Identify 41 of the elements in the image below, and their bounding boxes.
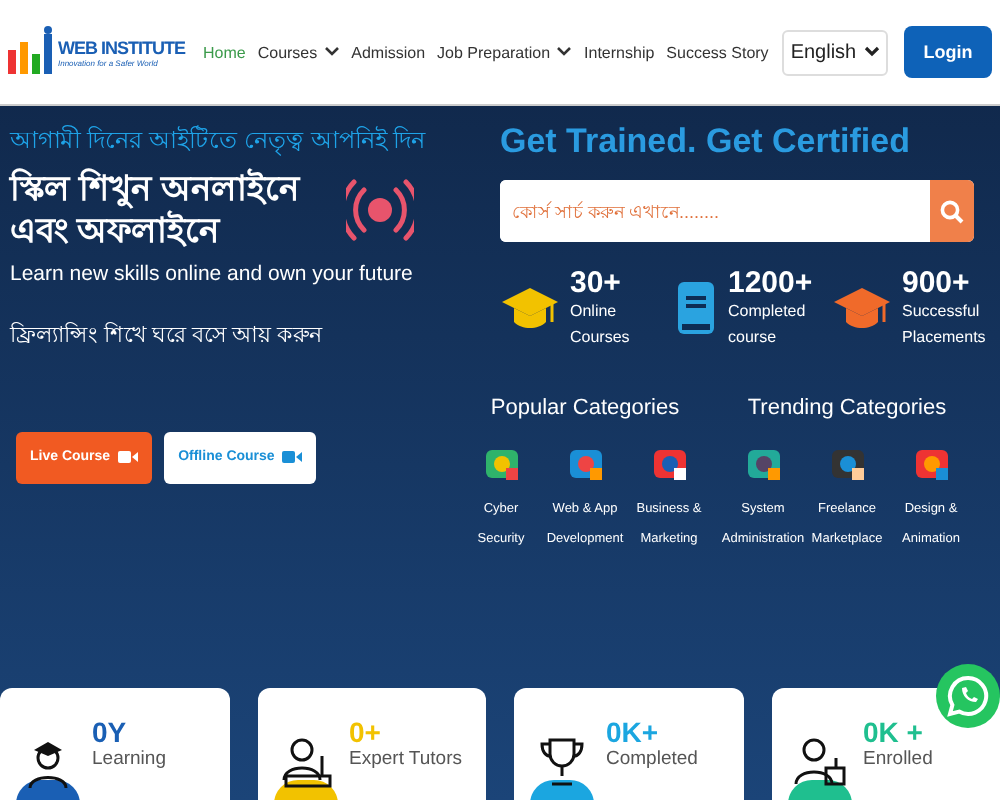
card-value: 0K+ (606, 716, 661, 748)
nav-link[interactable]: Success Story (666, 43, 769, 61)
category-heading: Trending Categories (747, 395, 947, 420)
nav-link[interactable]: Courses (257, 43, 340, 61)
book-icon (674, 280, 718, 337)
stat-label: Online Courses (570, 300, 632, 350)
chevron-icon (864, 46, 881, 58)
video-camera-icon (282, 450, 303, 465)
hero-tagline: আগামী দিনের আইটিতে নেতৃত্ব আপনিই দিন (10, 123, 428, 160)
card-value: 0+ (349, 716, 383, 748)
nav-link[interactable]: Internship (584, 43, 655, 61)
stat-value: 30+ (570, 266, 623, 300)
card-value: 0K + (863, 716, 925, 748)
logo-name: WEB INSTITUTE (58, 37, 185, 57)
search-icon (940, 199, 964, 223)
hero-subtitle: Learn new skills online and own your future (10, 261, 415, 286)
stat-label: Successful Placements (902, 300, 988, 350)
stat-value: 900+ (902, 266, 972, 300)
stat-value: 1200+ (728, 266, 815, 300)
card-label: Completed (606, 748, 698, 770)
nav-link[interactable]: Home (203, 43, 246, 61)
card-label: Learning (92, 748, 166, 770)
login-button[interactable]: Login (904, 26, 992, 78)
chat-icon (946, 674, 990, 718)
logo-icon (4, 26, 56, 78)
card-value: 0Y (92, 716, 129, 748)
category-heading: Popular Categories (490, 395, 680, 420)
video-camera-icon (118, 450, 139, 465)
nav-link[interactable]: Admission (351, 43, 426, 61)
hero-headline: স্কিল শিখুন অনলাইনে এবং অফলাইনে (10, 168, 303, 254)
search-field[interactable]: কোর্স সার্চ করুন এখানে........ (500, 180, 974, 242)
card-label: Expert Tutors (349, 748, 462, 770)
hero-title: Get Trained. Get Certified (500, 122, 912, 162)
nav-link[interactable]: Job Preparation (437, 43, 573, 61)
search-button[interactable] (930, 180, 974, 242)
language-select[interactable]: English (782, 29, 889, 75)
whatsapp-button[interactable] (936, 664, 1000, 728)
broadcast-icon (346, 176, 414, 245)
stat-label: Completed course (728, 300, 808, 350)
card-label: Enrolled (863, 748, 933, 770)
hero-note: ফ্রিল্যান্সিং শিখে ঘরে বসে আয় করুন (10, 320, 325, 352)
